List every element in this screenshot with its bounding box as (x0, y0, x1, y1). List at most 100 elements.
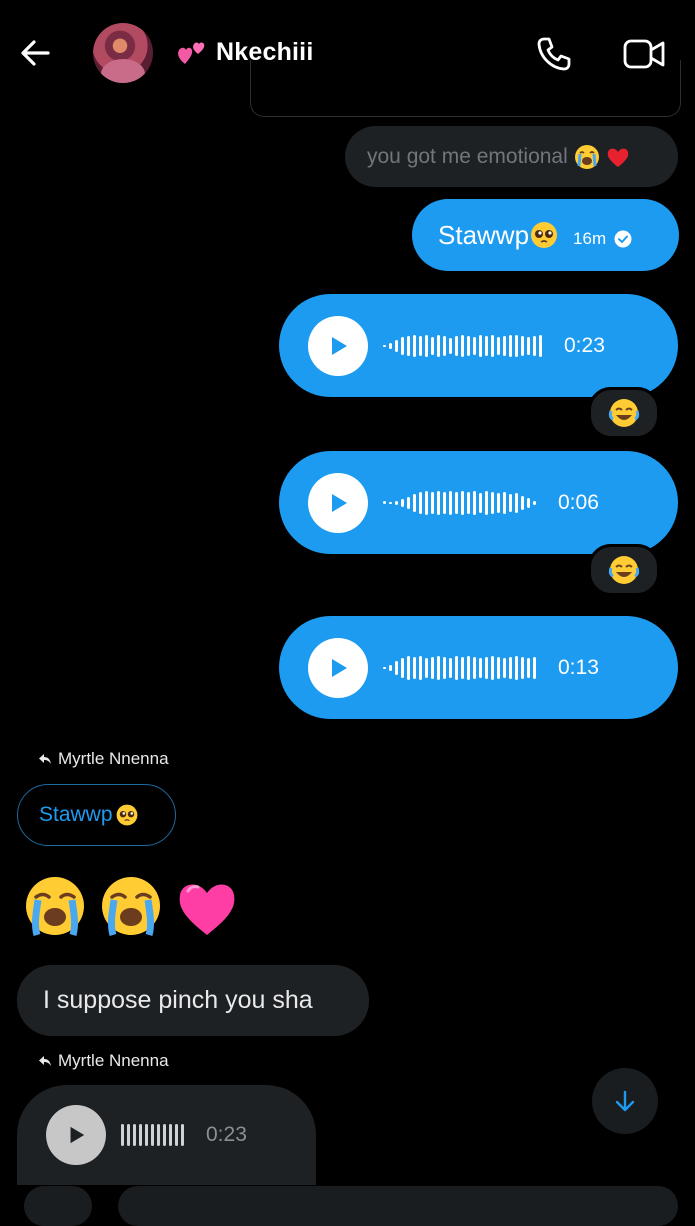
sent-message[interactable]: Stawwp 16m (412, 199, 679, 271)
waveform-bar (145, 1124, 148, 1146)
play-button[interactable] (308, 315, 368, 376)
waveform-bar (521, 495, 524, 510)
waveform-bar (169, 1124, 172, 1146)
loudly-crying-face-icon (26, 877, 84, 937)
voice-message[interactable]: 0:06 (279, 451, 678, 554)
reply-label-text: Myrtle Nnenna (58, 1051, 169, 1070)
waveform-bar (175, 1124, 178, 1146)
sent-message-text: Stawwp (438, 219, 530, 250)
waveform-bar (443, 335, 446, 356)
waveform-bar (383, 666, 386, 669)
waveform-bar (485, 335, 488, 356)
waveform-bar (527, 336, 530, 355)
reaction-badge[interactable] (588, 387, 660, 439)
scroll-to-bottom-button[interactable] (592, 1068, 658, 1134)
received-message-text: I suppose pinch you sha (43, 986, 313, 1014)
waveform-bar (425, 490, 428, 515)
avatar[interactable] (93, 23, 153, 83)
voice-duration: 0:06 (558, 490, 599, 514)
reaction-badge[interactable] (588, 544, 660, 596)
waveform-bar (425, 334, 428, 357)
waveform-bar (491, 334, 494, 357)
waveform-bar (455, 491, 458, 514)
waveform-bar (395, 500, 398, 505)
received-message[interactable]: I suppose pinch you sha (17, 965, 369, 1036)
play-icon (70, 1126, 85, 1144)
waveform-bar (425, 657, 428, 678)
pleading-face-icon (531, 222, 558, 248)
voice-message[interactable]: 0:23 (279, 294, 678, 397)
waveform-bar (437, 490, 440, 515)
waveform-bar (461, 656, 464, 679)
received-voice-message[interactable]: 0:23 (17, 1085, 316, 1185)
waveform-bar (497, 336, 500, 355)
quoted-message[interactable]: you got me emotional (345, 126, 678, 187)
message-input[interactable] (118, 1186, 678, 1226)
waveform-bar (533, 656, 536, 679)
waveform-bar (479, 492, 482, 513)
voice-message[interactable]: 0:13 (279, 616, 678, 719)
waveform[interactable] (383, 483, 536, 523)
message-timestamp: 16m (573, 229, 607, 248)
waveform-bar (449, 337, 452, 354)
voice-duration: 0:23 (206, 1123, 247, 1146)
waveform-bar (491, 655, 494, 680)
waveform-bar (395, 339, 398, 352)
check-circle-icon (614, 230, 632, 248)
waveform-bar (509, 334, 512, 357)
waveform-bar (413, 493, 416, 512)
arrow-left-icon[interactable] (14, 30, 60, 76)
play-button[interactable] (308, 472, 368, 533)
waveform-bar (539, 334, 542, 357)
play-icon (332, 493, 347, 512)
waveform-bar (407, 335, 410, 356)
pink-heart-icon (179, 884, 235, 935)
waveform-bar (515, 655, 518, 680)
waveform-bar (181, 1124, 184, 1146)
play-icon (332, 658, 347, 677)
waveform-bar (437, 334, 440, 357)
reply-arrow-icon (39, 754, 51, 764)
waveform-bar (449, 490, 452, 515)
waveform-bar (509, 493, 512, 512)
play-button[interactable] (308, 637, 368, 698)
loudly-crying-face-icon (574, 144, 599, 169)
waveform-bar (401, 498, 404, 507)
waveform[interactable] (383, 326, 542, 366)
waveform-bar (383, 501, 386, 504)
waveform-bar (521, 656, 524, 679)
waveform-bar (431, 336, 434, 355)
reply-label: Myrtle Nnenna (38, 749, 169, 769)
reply-arrow-icon (39, 1056, 51, 1066)
quoted-reply[interactable]: Stawwp (17, 784, 176, 846)
previous-message-card (250, 60, 681, 117)
waveform-bar (163, 1124, 166, 1146)
waveform-bar (491, 491, 494, 514)
waveform-bar (479, 334, 482, 357)
reply-label-text: Myrtle Nnenna (58, 749, 169, 768)
waveform-bar (467, 335, 470, 356)
waveform-bar (389, 501, 392, 504)
waveform-bar (139, 1124, 142, 1146)
waveform-bar (533, 335, 536, 356)
waveform-bar (437, 655, 440, 680)
waveform-bar (431, 491, 434, 514)
waveform-bar (527, 657, 530, 678)
waveform[interactable] (121, 1115, 184, 1155)
waveform-bar (157, 1124, 160, 1146)
waveform-bar (527, 497, 530, 508)
waveform-bar (467, 655, 470, 680)
waveform-bar (485, 656, 488, 679)
arrow-down-icon (615, 1090, 635, 1112)
waveform-bar (407, 655, 410, 680)
waveform[interactable] (383, 648, 536, 688)
waveform-bar (497, 656, 500, 679)
waveform-bar (443, 656, 446, 679)
waveform-bar (449, 657, 452, 678)
play-icon (332, 336, 347, 355)
play-button[interactable] (46, 1105, 106, 1165)
pleading-face-icon (116, 804, 137, 826)
waveform-bar (485, 490, 488, 515)
compose-action-button[interactable] (24, 1186, 92, 1226)
emoji-message[interactable] (24, 875, 238, 937)
